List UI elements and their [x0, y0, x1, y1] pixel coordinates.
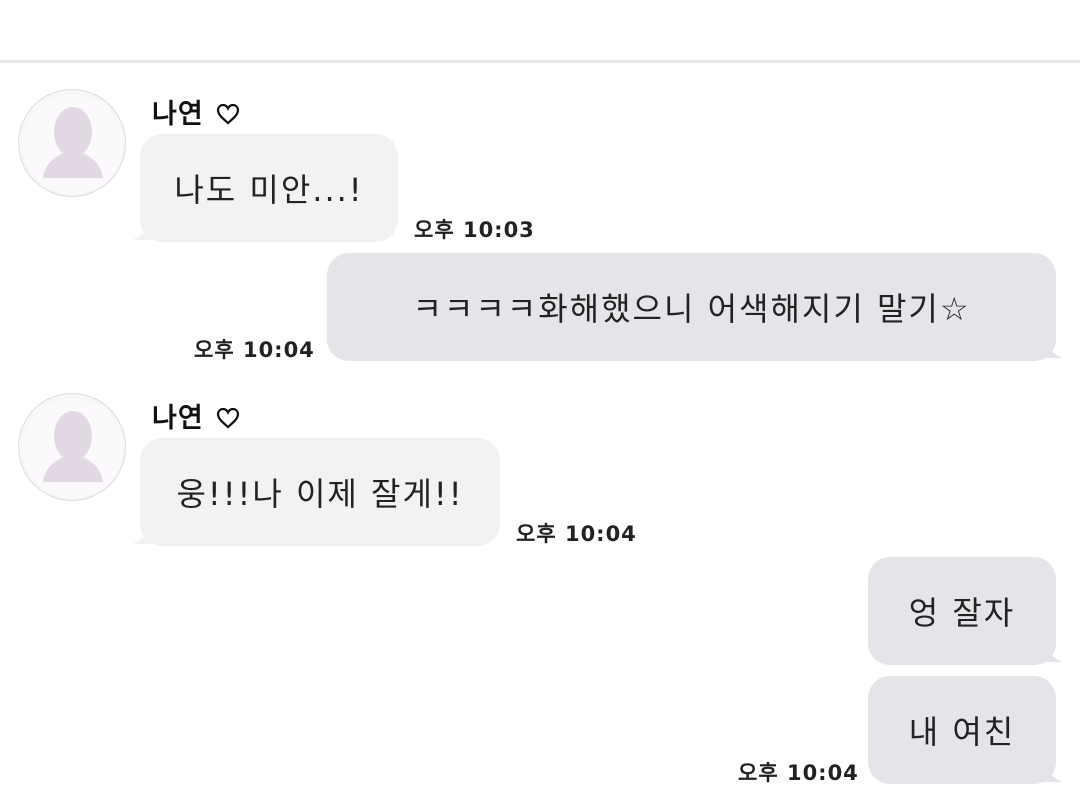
message-bubble-outgoing[interactable]: ㅋㅋㅋㅋ화해했으니 어색해지기 말기☆	[327, 253, 1056, 361]
message-bubble-outgoing[interactable]: 내 여친	[868, 676, 1056, 784]
sender-name: 나연	[152, 396, 240, 435]
sender-name: 나연	[152, 92, 240, 131]
top-bar	[0, 0, 1080, 63]
heart-outline-icon	[216, 407, 240, 429]
message-time: 오후 10:04	[738, 761, 859, 785]
bubble-tail	[1040, 768, 1062, 782]
message-bubble-outgoing[interactable]: 엉 잘자	[868, 557, 1056, 665]
message-time: 오후 10:03	[414, 218, 535, 242]
person-silhouette-icon	[23, 398, 123, 498]
message-time: 오후 10:04	[194, 338, 315, 362]
avatar[interactable]	[18, 89, 126, 197]
message-text: 웅!!!나 이제 잘게!!	[176, 475, 464, 513]
message-text: 엉 잘자	[908, 594, 1016, 632]
message-time: 오후 10:04	[516, 522, 637, 546]
heart-outline-icon	[216, 103, 240, 125]
message-text: ㅋㅋㅋㅋ화해했으니 어색해지기 말기☆	[412, 290, 971, 328]
message-text: 내 여친	[908, 713, 1016, 751]
bubble-tail	[1040, 648, 1062, 662]
message-bubble-incoming[interactable]: 웅!!!나 이제 잘게!!	[140, 438, 500, 546]
message-bubble-incoming[interactable]: 나도 미안...!	[140, 134, 398, 242]
person-silhouette-icon	[23, 94, 123, 194]
bubble-tail	[1040, 344, 1062, 358]
avatar[interactable]	[18, 393, 126, 501]
message-text: 나도 미안...!	[174, 171, 364, 209]
